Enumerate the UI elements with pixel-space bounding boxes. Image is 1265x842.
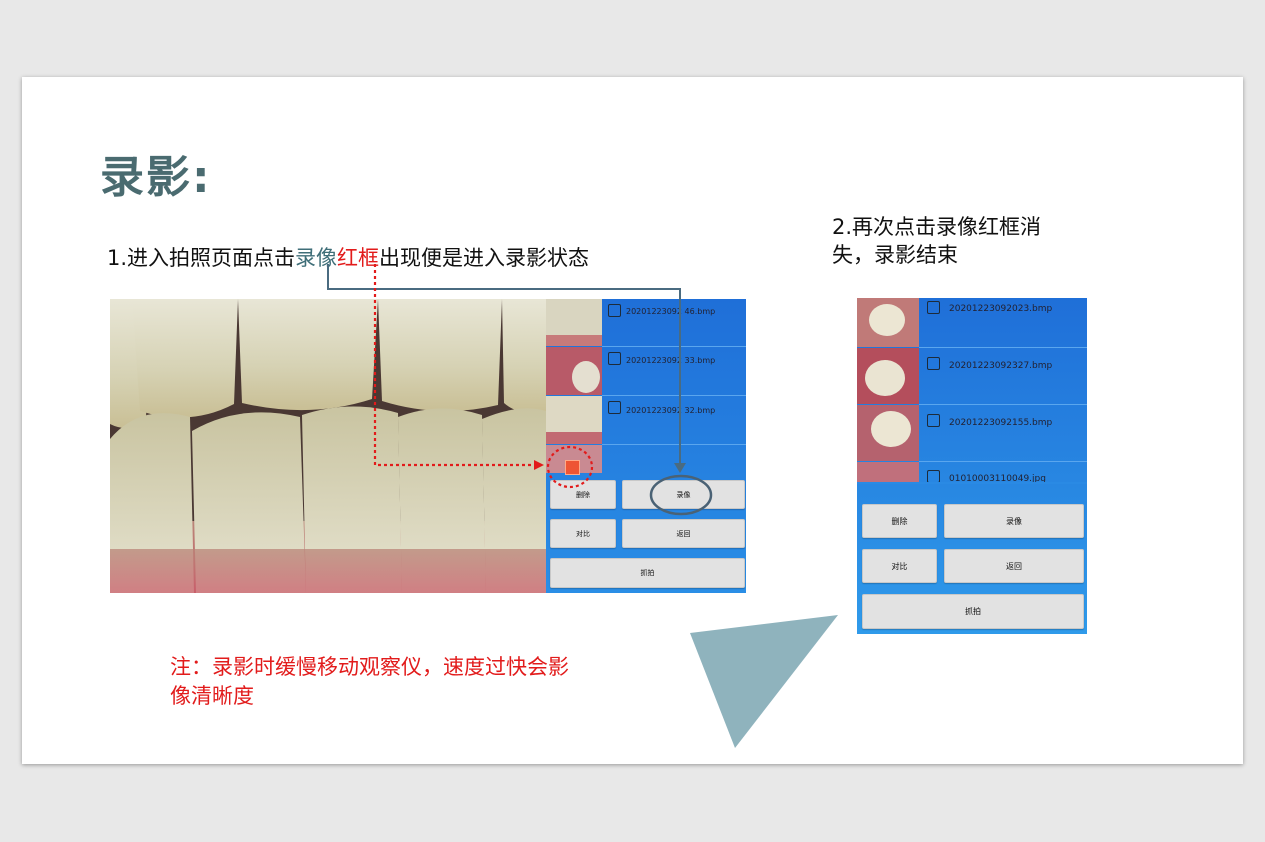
file-name: 20201223092 32.bmp (626, 406, 716, 415)
file-checkbox[interactable] (927, 414, 940, 427)
file-checkbox[interactable] (927, 357, 940, 370)
step1-highlight-record: 录像 (295, 246, 338, 270)
list-edge (857, 482, 1087, 484)
thumbnail[interactable] (546, 347, 602, 395)
row-divider (602, 395, 746, 396)
screenshot-camera-recording: 20201223092 46.bmp 20201223092 33.bmp 20… (110, 299, 746, 593)
record-button[interactable]: 录像 (622, 480, 745, 509)
back-button[interactable]: 返回 (622, 519, 745, 548)
file-checkbox[interactable] (608, 401, 621, 414)
file-name: 20201223092 46.bmp (626, 307, 716, 316)
row-divider (919, 404, 1087, 405)
capture-button[interactable]: 抓拍 (862, 594, 1084, 629)
step1-text: 1.进入拍照页面点击录像红框出现便是进入录影状态 (107, 242, 589, 272)
row-divider (919, 461, 1087, 462)
row-divider (602, 346, 746, 347)
teeth-photo (110, 299, 546, 593)
note-text: 注：录影时缓慢移动观察仪，速度过快会影像清晰度 (170, 655, 569, 708)
delete-button[interactable]: 删除 (550, 480, 616, 509)
decorative-triangle (690, 615, 838, 748)
thumbnail[interactable] (857, 462, 919, 482)
compare-button[interactable]: 对比 (550, 519, 616, 548)
row-divider (919, 347, 1087, 348)
step1-suffix: 出现便是进入录影状态 (379, 246, 590, 270)
thumbnail[interactable] (546, 396, 602, 444)
slide-title: 录影: (100, 152, 212, 203)
step1-prefix: 1.进入拍照页面点击 (107, 246, 296, 270)
file-name: 20201223092023.bmp (949, 304, 1053, 314)
file-name: 20201223092155.bmp (949, 418, 1053, 428)
thumbnail[interactable] (857, 348, 919, 404)
delete-button[interactable]: 删除 (862, 504, 937, 538)
back-button[interactable]: 返回 (944, 549, 1084, 583)
file-name: 01010003110049.jpg (949, 474, 1046, 482)
row-divider (602, 444, 746, 445)
recording-indicator (565, 460, 580, 475)
file-checkbox[interactable] (608, 352, 621, 365)
file-name: 20201223092327.bmp (949, 361, 1053, 371)
thumbnail[interactable] (857, 298, 919, 347)
compare-button[interactable]: 对比 (862, 549, 937, 583)
step1-highlight-redframe: 红框 (337, 246, 380, 270)
capture-button[interactable]: 抓拍 (550, 558, 745, 588)
file-name: 20201223092 33.bmp (626, 356, 716, 365)
file-panel: 20201223092 46.bmp 20201223092 33.bmp 20… (546, 299, 746, 593)
thumbnail[interactable] (546, 299, 602, 346)
thumbnail[interactable] (857, 405, 919, 461)
record-button[interactable]: 录像 (944, 504, 1084, 538)
file-checkbox[interactable] (927, 301, 940, 314)
slide: 录影: 1.进入拍照页面点击录像红框出现便是进入录影状态 2.再次点击录像红框消… (22, 77, 1243, 764)
file-checkbox[interactable] (608, 304, 621, 317)
screenshot-recording-stopped: 20201223092023.bmp 20201223092327.bmp 20… (857, 298, 1087, 634)
step2-text: 2.再次点击录像红框消失，录影结束 (832, 215, 1042, 267)
